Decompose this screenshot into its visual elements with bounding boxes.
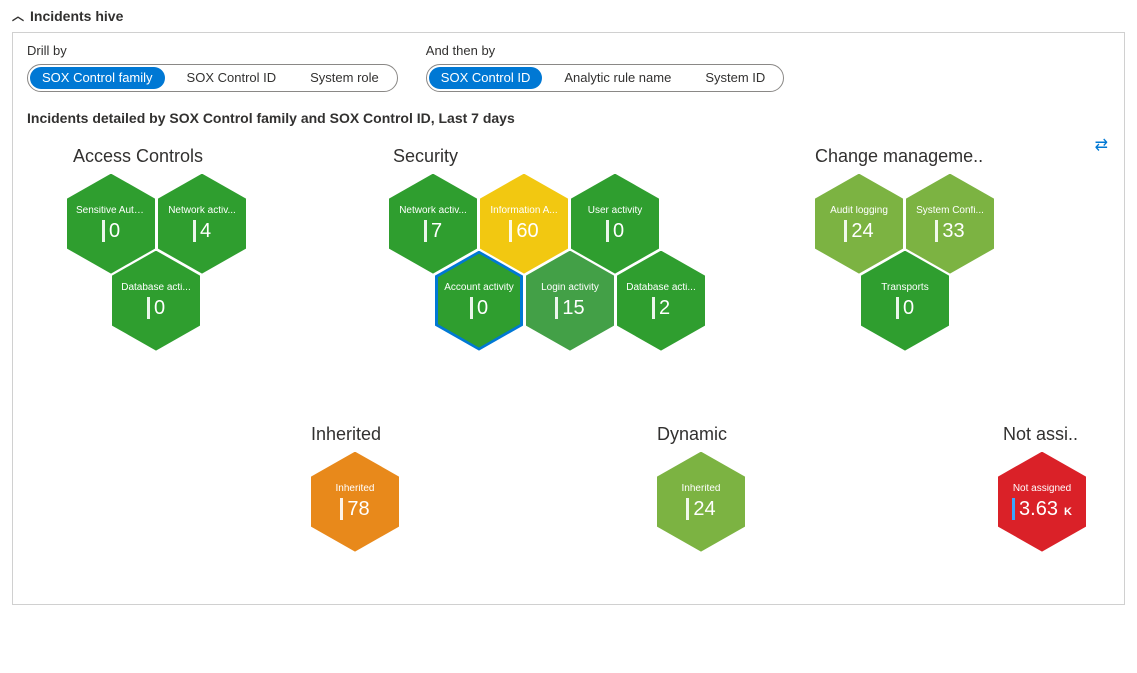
hex-value: 24 <box>693 499 715 519</box>
drill-by-option-sox-id[interactable]: SOX Control ID <box>175 67 289 89</box>
section-toggle[interactable]: ︿ Incidents hive <box>12 8 1125 24</box>
hex-security-login[interactable]: Login activity 15 <box>526 251 614 351</box>
hex-label: Database acti... <box>117 283 194 293</box>
hex-notassigned[interactable]: Not assigned 3.63 K <box>998 452 1086 552</box>
hex-value: 60 <box>516 221 538 241</box>
hex-label: Account activity <box>440 283 517 293</box>
hex-value: 15 <box>562 298 584 318</box>
drill-row: Drill by SOX Control family SOX Control … <box>27 43 1110 92</box>
incidents-hive-panel: Drill by SOX Control family SOX Control … <box>12 32 1125 605</box>
hex-label: Audit logging <box>826 206 892 216</box>
then-by-label: And then by <box>426 43 785 58</box>
hex-value: 78 <box>347 499 369 519</box>
section-title: Incidents hive <box>30 8 123 24</box>
hex-value: 7 <box>431 221 442 241</box>
drill-by-block: Drill by SOX Control family SOX Control … <box>27 43 398 92</box>
hex-label: Inherited <box>332 484 379 494</box>
hive-subtitle: Incidents detailed by SOX Control family… <box>27 110 1110 126</box>
cluster-title-security: Security <box>393 146 458 167</box>
hex-value: 0 <box>154 298 165 318</box>
hex-value: 4 <box>200 221 211 241</box>
hex-label: Database acti... <box>622 283 699 293</box>
cluster-title-access: Access Controls <box>73 146 203 167</box>
hex-value: 0 <box>477 298 488 318</box>
cluster-title-inherited: Inherited <box>311 424 381 445</box>
drill-by-label: Drill by <box>27 43 398 58</box>
cluster-title-notassigned: Not assi.. <box>1003 424 1078 445</box>
hex-label: Not assigned <box>1009 484 1075 494</box>
hex-dynamic[interactable]: Inherited 24 <box>657 452 745 552</box>
hex-label: Transports <box>877 283 932 293</box>
hex-label: Information A... <box>486 206 561 216</box>
hex-value: 3.63 <box>1019 499 1058 519</box>
hex-inherited[interactable]: Inherited 78 <box>311 452 399 552</box>
drill-by-option-system-role[interactable]: System role <box>298 67 391 89</box>
drill-by-options: SOX Control family SOX Control ID System… <box>27 64 398 92</box>
cluster-title-change: Change manageme.. <box>815 146 983 167</box>
drill-by-option-sox-family[interactable]: SOX Control family <box>30 67 165 89</box>
hex-value: 0 <box>109 221 120 241</box>
chevron-up-icon: ︿ <box>12 10 24 22</box>
then-by-option-sox-id[interactable]: SOX Control ID <box>429 67 543 89</box>
then-by-option-system-id[interactable]: System ID <box>693 67 777 89</box>
hex-label: System Confi... <box>912 206 988 216</box>
hex-label: Network activ... <box>395 206 471 216</box>
hex-label: Inherited <box>678 484 725 494</box>
hex-unit: K <box>1064 506 1072 520</box>
then-by-options: SOX Control ID Analytic rule name System… <box>426 64 785 92</box>
then-by-block: And then by SOX Control ID Analytic rule… <box>426 43 785 92</box>
hex-label: Network activ... <box>164 206 240 216</box>
then-by-option-analytic-rule[interactable]: Analytic rule name <box>552 67 683 89</box>
hex-label: Login activity <box>537 283 603 293</box>
hex-security-database[interactable]: Database acti... 2 <box>617 251 705 351</box>
cluster-title-dynamic: Dynamic <box>657 424 727 445</box>
hex-label: User activity <box>584 206 646 216</box>
hex-value: 0 <box>903 298 914 318</box>
hex-value: 24 <box>851 221 873 241</box>
hex-value: 33 <box>942 221 964 241</box>
hex-security-account[interactable]: Account activity 0 <box>435 251 523 351</box>
hex-value: 0 <box>613 221 624 241</box>
hex-access-database[interactable]: Database acti... 0 <box>112 251 200 351</box>
hex-value: 2 <box>659 298 670 318</box>
hex-label: Sensitive Auth... <box>72 206 150 216</box>
hex-change-transports[interactable]: Transports 0 <box>861 251 949 351</box>
hive-stage: Access Controls Sensitive Auth... 0 Netw… <box>27 146 1110 586</box>
